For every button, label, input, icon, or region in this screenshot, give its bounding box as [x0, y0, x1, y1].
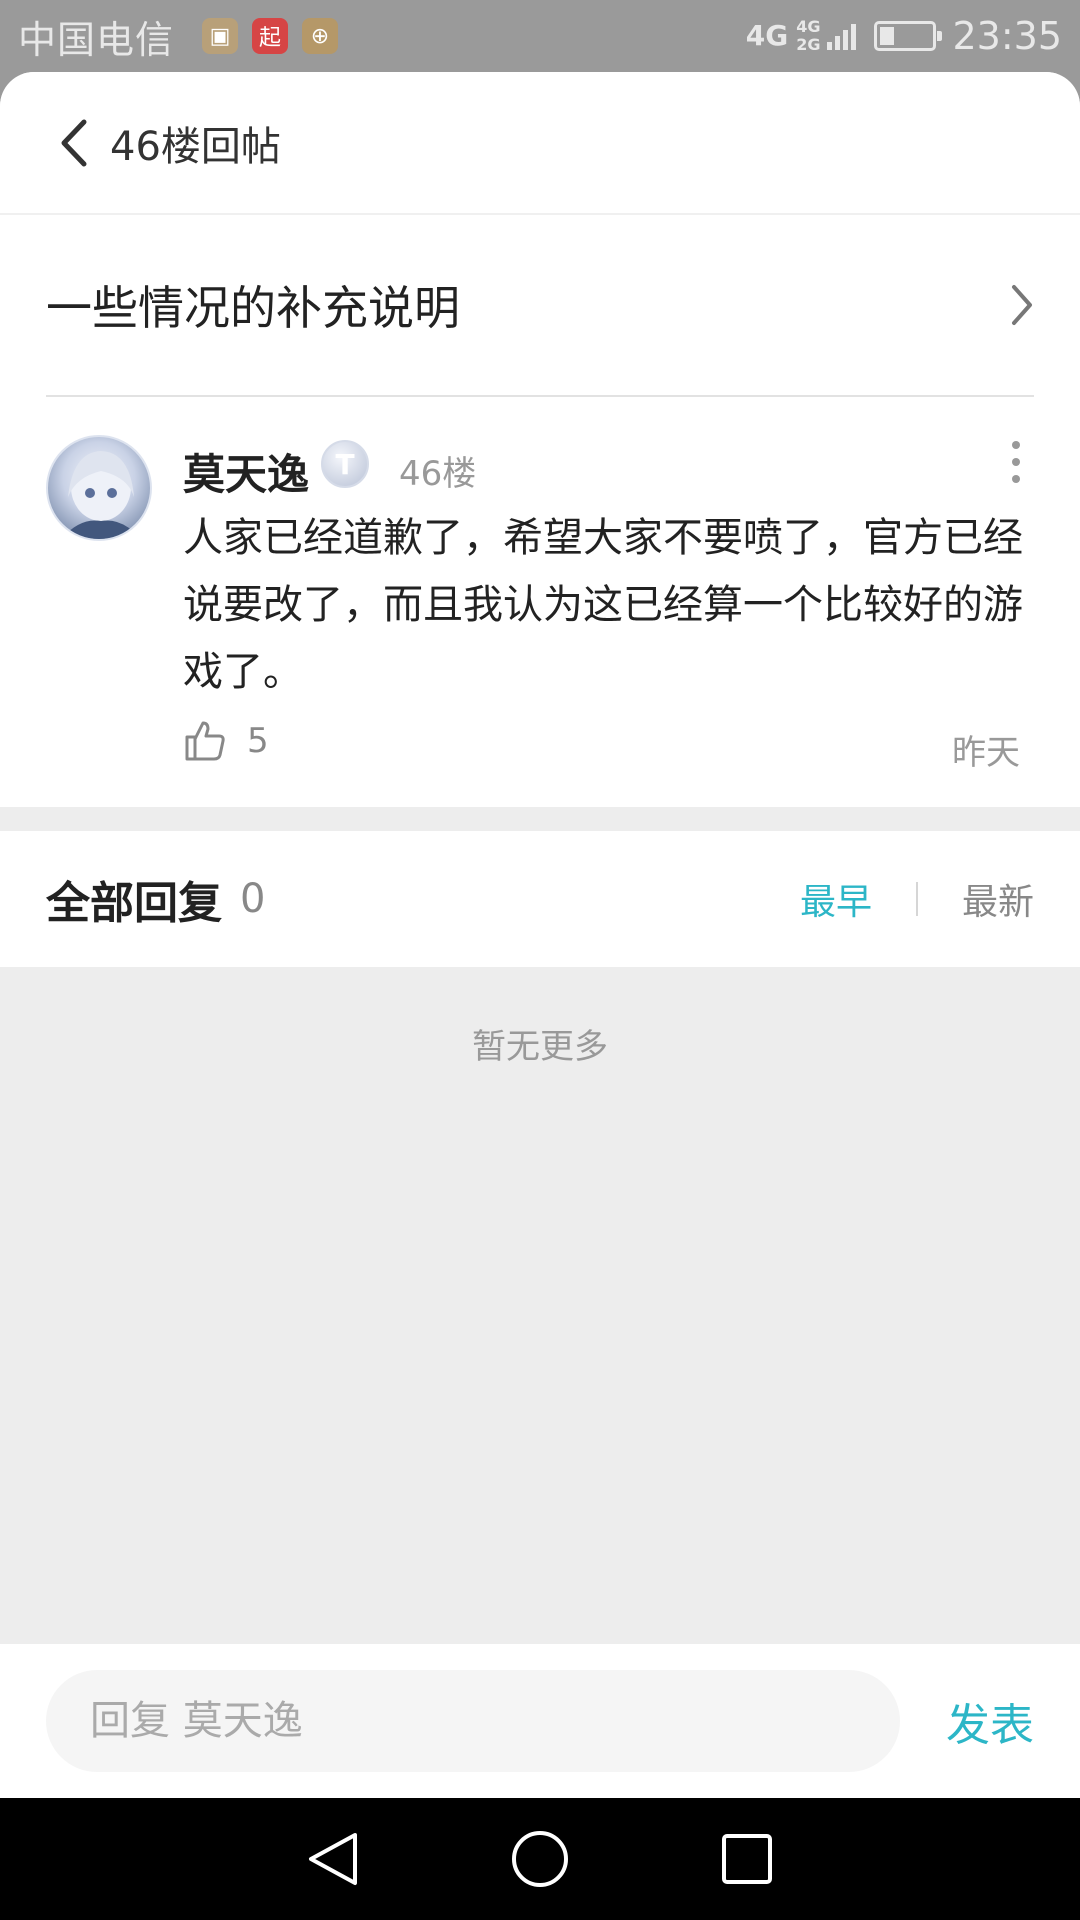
network-secondary: 4G 2G: [796, 18, 824, 54]
reply-input-bar: 发表: [0, 1644, 1080, 1798]
post-time: 昨天: [952, 733, 1020, 773]
back-button[interactable]: [58, 113, 98, 173]
reply-title: 全部回复: [46, 878, 222, 929]
nav-back-button[interactable]: [298, 1824, 368, 1894]
status-bar: 中国电信 ▣ 起 ⊕ 4G 4G 2G 23:35: [0, 0, 1080, 72]
app-icon: ⊕: [302, 18, 339, 54]
avatar[interactable]: [46, 435, 152, 541]
chevron-left-icon: [61, 119, 87, 166]
triangle-back-icon: [309, 1833, 358, 1885]
post: 莫天逸 T 46楼 人家已经道歉了，希望大家不要喷了，官方已经说要改了，而且我认…: [0, 397, 1080, 807]
publish-button[interactable]: 发表: [946, 1689, 1034, 1753]
sort-separator: [915, 882, 918, 916]
circle-home-icon: [511, 1831, 568, 1887]
author-name[interactable]: 莫天逸: [183, 441, 309, 502]
network-2g: 2G: [796, 35, 821, 54]
clock: 23:35: [952, 14, 1062, 58]
more-options-button[interactable]: [1006, 441, 1026, 483]
gallery-icon: ▣: [202, 18, 239, 54]
sort-earliest-button[interactable]: 最早: [800, 873, 872, 925]
like-button[interactable]: 5: [183, 719, 269, 763]
status-right: 4G 4G 2G 23:35: [746, 14, 1062, 58]
avatar-image: [61, 451, 141, 539]
topic-link[interactable]: 一些情况的补充说明: [0, 215, 1080, 395]
carrier-label: 中国电信: [18, 17, 175, 62]
reply-input[interactable]: [46, 1670, 900, 1772]
battery-icon: [874, 21, 943, 51]
thumbs-up-icon: [185, 721, 225, 761]
chevron-right-icon: [1012, 285, 1032, 325]
qidian-icon: 起: [252, 18, 289, 54]
empty-text: 暂无更多: [472, 1027, 608, 1067]
post-content: 人家已经道歉了，希望大家不要喷了，官方已经说要改了，而且我认为这已经算一个比较好…: [183, 515, 1023, 695]
network-4g: 4G: [796, 17, 821, 36]
like-count: 5: [247, 721, 269, 761]
dot: [1012, 441, 1020, 449]
level-badge: T: [321, 440, 369, 488]
sort-newest-button[interactable]: 最新: [962, 873, 1034, 925]
page-title: 46楼回帖: [110, 123, 281, 170]
reply-header: 全部回复 0 最早 最新: [0, 831, 1080, 967]
header: 46楼回帖: [0, 72, 1080, 215]
topic-title: 一些情况的补充说明: [46, 281, 460, 335]
nav-home-button[interactable]: [505, 1824, 575, 1894]
reply-count: 0: [240, 876, 266, 922]
nav-recents-button[interactable]: [712, 1824, 782, 1894]
reply-sheet: 46楼回帖 一些情况的补充说明 莫天逸 T 46楼 人家已经道歉了，希望大家不要…: [0, 72, 1080, 1798]
dot: [1012, 475, 1020, 483]
signal-icon: [824, 22, 857, 50]
section-gap: [0, 807, 1080, 831]
navigation-bar: [0, 1798, 1080, 1920]
network-type: 4G: [745, 19, 789, 52]
square-recents-icon: [721, 1834, 772, 1884]
dot: [1012, 458, 1020, 466]
floor-label: 46楼: [399, 454, 477, 494]
sort-options: 最早 最新: [800, 873, 1034, 925]
